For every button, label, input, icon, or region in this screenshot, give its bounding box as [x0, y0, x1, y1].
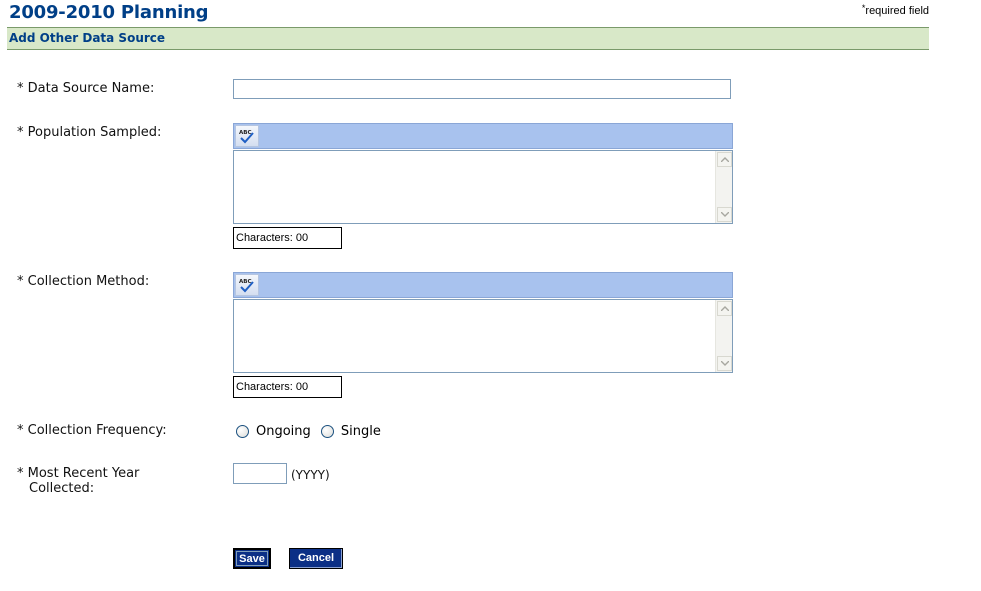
population-sampled-textarea[interactable] [233, 150, 733, 224]
spellcheck-button[interactable]: ABC [235, 274, 259, 296]
collection-method-label: * Collection Method: [17, 274, 150, 289]
chevron-up-icon [721, 306, 729, 311]
collection-method-editor: ABC Characters: 00 [233, 272, 733, 398]
spellcheck-button[interactable]: ABC [235, 125, 259, 147]
chevron-up-icon [721, 157, 729, 162]
most-recent-year-label-line1: * Most Recent Year [17, 466, 140, 481]
editor-toolbar: ABC [233, 123, 733, 149]
data-source-name-input[interactable] [233, 79, 731, 99]
spellcheck-icon: ABC [239, 130, 254, 144]
radio-button-ongoing[interactable] [236, 425, 249, 438]
spellcheck-icon: ABC [239, 279, 254, 293]
save-button[interactable]: Save [233, 548, 271, 569]
scroll-up-button[interactable] [717, 152, 732, 167]
svg-text:ABC: ABC [239, 279, 252, 285]
svg-text:ABC: ABC [239, 130, 252, 136]
population-sampled-char-counter: Characters: 00 [233, 227, 342, 249]
cancel-button[interactable]: Cancel [289, 548, 343, 569]
radio-button-single[interactable] [320, 425, 334, 438]
section-title: Add Other Data Source [9, 31, 166, 45]
chevron-down-icon [721, 361, 729, 366]
year-format-hint: (YYYY) [291, 468, 330, 482]
editor-toolbar: ABC [233, 272, 733, 298]
required-text: required field [865, 5, 929, 17]
most-recent-year-label: * Most Recent Year Collected: [17, 466, 139, 496]
required-field-note: *required field [861, 3, 929, 17]
most-recent-year-input[interactable] [233, 463, 287, 484]
scroll-up-button[interactable] [717, 301, 732, 316]
population-sampled-label: * Population Sampled: [17, 125, 162, 140]
radio-single[interactable]: Single [320, 424, 381, 439]
data-source-name-label: * Data Source Name: [17, 81, 155, 96]
collection-frequency-label: * Collection Frequency: [17, 423, 167, 438]
textarea-scrollbar[interactable] [715, 300, 732, 372]
radio-label-single: Single [340, 424, 381, 439]
page-title: 2009-2010 Planning [9, 2, 209, 23]
page: 2009-2010 Planning *required field Add O… [0, 0, 981, 591]
scroll-down-button[interactable] [717, 356, 732, 371]
population-sampled-editor: ABC Characters: 00 [233, 123, 733, 249]
textarea-scrollbar[interactable] [715, 151, 732, 223]
scroll-down-button[interactable] [717, 207, 732, 222]
collection-method-textarea[interactable] [233, 299, 733, 373]
required-mark: * [861, 3, 866, 13]
chevron-down-icon [721, 212, 729, 217]
radio-ongoing[interactable]: Ongoing [236, 424, 311, 439]
section-header: Add Other Data Source [7, 27, 929, 50]
collection-method-char-counter: Characters: 00 [233, 376, 342, 398]
collection-frequency-radio-group: Ongoing Single [236, 424, 387, 442]
most-recent-year-label-line2: Collected: [29, 481, 95, 496]
radio-label-ongoing: Ongoing [256, 424, 311, 439]
